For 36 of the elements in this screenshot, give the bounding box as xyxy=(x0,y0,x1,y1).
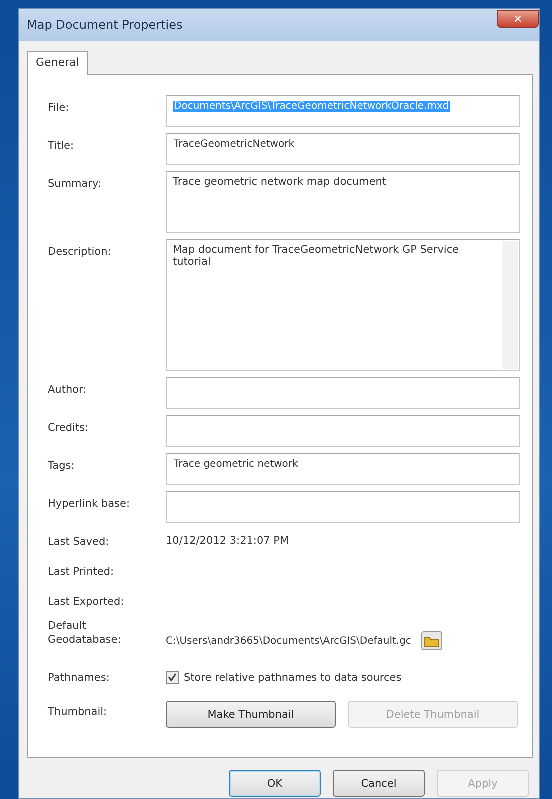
cancel-button[interactable]: Cancel xyxy=(333,770,425,797)
field-label: Credits: xyxy=(48,421,90,435)
field-label: Hyperlink base: xyxy=(48,497,132,511)
field-label: Author: xyxy=(48,383,88,397)
field-label: Default Geodatabase: xyxy=(48,619,122,647)
field-label: Description: xyxy=(48,245,112,259)
text-field[interactable] xyxy=(166,491,520,523)
text-area[interactable]: Trace geometric network map document xyxy=(166,171,520,233)
field-label: Summary: xyxy=(48,177,103,191)
checkbox-label: Store relative pathnames to data sources xyxy=(184,672,402,684)
ok-button[interactable]: OK xyxy=(229,770,321,797)
checkbox-icon[interactable] xyxy=(166,671,179,684)
tab[interactable]: General xyxy=(27,51,88,75)
field-label: Title: xyxy=(48,139,76,153)
field-label: File: xyxy=(48,101,70,115)
folder-icon[interactable] xyxy=(421,631,444,651)
field-value: TraceGeometricNetwork xyxy=(173,139,296,150)
text-field[interactable] xyxy=(166,415,520,447)
text-field[interactable] xyxy=(166,377,520,409)
window-title: Map Document Properties xyxy=(27,18,183,32)
field-label: Tags: xyxy=(48,459,76,473)
checkbox[interactable]: Store relative pathnames to data sources xyxy=(166,665,520,684)
field-label: Last Printed: xyxy=(48,565,116,579)
field-label: Last Exported: xyxy=(48,595,126,609)
info-value: 10/12/2012 3:21:07 PM xyxy=(166,534,290,547)
field-label: Last Saved: xyxy=(48,535,110,549)
text-field[interactable]: Trace geometric network xyxy=(166,453,520,485)
field-label: Thumbnail: xyxy=(48,705,108,719)
text-area[interactable]: Map document for TraceGeometricNetwork GP Service tutorial xyxy=(166,239,520,371)
field-label: Pathnames: xyxy=(48,671,111,685)
make-thumbnail-button[interactable]: Make Thumbnail xyxy=(166,701,336,728)
path-value: C:\Users\andr3665\Documents\ArcGIS\Default.gc xyxy=(166,636,412,646)
field-value: Trace geometric network xyxy=(173,459,300,470)
scrollbar[interactable] xyxy=(502,241,518,369)
text-field[interactable]: TraceGeometricNetwork xyxy=(166,133,520,165)
field-value: Documents\ArcGIS\TraceGeometricNetworkOracle.mxd xyxy=(173,101,450,112)
